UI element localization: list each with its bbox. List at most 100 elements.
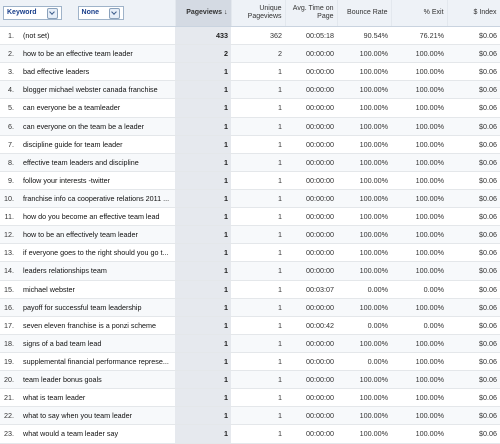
index-cell: $0.06 <box>447 117 500 136</box>
exit-cell: 0.00% <box>391 280 448 299</box>
keyword-link[interactable]: what would a team leader say <box>20 424 176 444</box>
keyword-link[interactable]: payoff for successful team leadership <box>20 298 176 317</box>
exit-cell: 100.00% <box>391 62 448 82</box>
keyword-link[interactable]: (not set) <box>20 26 176 46</box>
keyword-link[interactable]: what to say when you team leader <box>20 406 176 426</box>
avg-time-cell: 00:00:00 <box>285 98 338 118</box>
pageviews-cell: 1 <box>175 135 232 154</box>
exit-cell: 100.00% <box>391 80 448 100</box>
keyword-link[interactable]: if everyone goes to the right should you… <box>20 243 176 263</box>
bounce-rate-cell: 100.00% <box>337 117 392 136</box>
pageviews-cell: 1 <box>175 189 232 209</box>
table-row: 21. what is team leader 1 1 00:00:00 100.00% 1… <box>0 388 500 408</box>
index-cell: $0.06 <box>447 171 500 190</box>
bounce-rate-cell: 0.00% <box>337 280 392 299</box>
unique-pageviews-cell: 1 <box>231 225 286 245</box>
avg-time-cell: 00:00:00 <box>285 388 338 408</box>
table-row: 12. how to be an effectively team leader 1… <box>0 225 500 245</box>
keyword-link[interactable]: franchise info ca cooperative relations … <box>20 189 176 209</box>
keyword-link[interactable]: follow your interests -twitter <box>20 171 176 190</box>
unique-pageviews-cell: 1 <box>231 316 286 335</box>
keyword-link[interactable]: how to be an effectively team leader <box>20 225 176 245</box>
keyword-link[interactable]: discipline guide for team leader <box>20 135 176 154</box>
table-row: 17. seven eleven franchise is a ponzi sch… <box>0 316 500 335</box>
pageviews-cell: 1 <box>175 280 232 299</box>
exit-cell: 76.21% <box>391 26 448 46</box>
index-cell: $0.06 <box>447 98 500 118</box>
avg-time-cell: 00:00:00 <box>285 153 338 172</box>
avg-time-cell: 00:00:00 <box>285 225 338 245</box>
exit-cell: 100.00% <box>391 98 448 118</box>
pageviews-cell: 1 <box>175 388 232 408</box>
bounce-rate-cell: 0.00% <box>337 316 392 335</box>
table-row: 23. what would a team leader say 1 1 00:00:0… <box>0 424 500 444</box>
unique-pageviews-cell: 1 <box>231 243 286 263</box>
sort-down-icon: ↓ <box>224 9 228 16</box>
exit-cell: 100.00% <box>391 153 448 172</box>
bounce-rate-cell: 100.00% <box>337 98 392 118</box>
unique-pageviews-cell: 1 <box>231 406 286 426</box>
exit-cell: 100.00% <box>391 352 448 372</box>
keyword-link[interactable]: effective team leaders and discipline <box>20 153 176 172</box>
row-index: 15. <box>0 280 20 299</box>
avg-time-cell: 00:00:00 <box>285 171 338 190</box>
keyword-link[interactable]: leaders relationships team <box>20 261 176 281</box>
avg-time-cell: 00:00:00 <box>285 117 338 136</box>
unique-pageviews-cell: 1 <box>231 153 286 172</box>
exit-cell: 100.00% <box>391 370 448 390</box>
keyword-link[interactable]: how to be an effective team leader <box>20 44 176 64</box>
bounce-rate-column-header[interactable]: Bounce Rate <box>337 0 392 27</box>
keyword-link[interactable]: can everyone be a teamleader <box>20 98 176 118</box>
exit-cell: 100.00% <box>391 424 448 444</box>
bounce-rate-cell: 100.00% <box>337 406 392 426</box>
unique-pageviews-cell: 1 <box>231 189 286 209</box>
index-column-header[interactable]: $ Index <box>447 0 500 27</box>
row-index: 13. <box>0 243 20 263</box>
table-row: 3. bad effective leaders 1 1 00:00:00 100.00%… <box>0 62 500 82</box>
keyword-link[interactable]: bad effective leaders <box>20 62 176 82</box>
pageviews-cell: 1 <box>175 298 232 317</box>
exit-cell: 100.00% <box>391 117 448 136</box>
keyword-link[interactable]: how do you become an effective team lead <box>20 207 176 227</box>
keyword-dimension-select[interactable]: Keyword <box>3 6 62 20</box>
bounce-rate-cell: 100.00% <box>337 171 392 190</box>
index-cell: $0.06 <box>447 334 500 353</box>
exit-column-header[interactable]: % Exit <box>391 0 448 27</box>
bounce-rate-cell: 100.00% <box>337 80 392 100</box>
row-index: 14. <box>0 261 20 281</box>
row-index: 23. <box>0 424 20 444</box>
index-cell: $0.06 <box>447 370 500 390</box>
index-cell: $0.06 <box>447 316 500 335</box>
secondary-dimension-select[interactable]: None <box>77 6 125 20</box>
row-index: 18. <box>0 334 20 353</box>
pageviews-cell: 1 <box>175 62 232 82</box>
dimension-header: Keyword None <box>0 0 176 27</box>
unique-pageviews-column-header[interactable]: Unique Pageviews <box>231 0 286 27</box>
row-index: 12. <box>0 225 20 245</box>
keyword-link[interactable]: what is team leader <box>20 388 176 408</box>
keyword-link[interactable]: team leader bonus goals <box>20 370 176 390</box>
keyword-link[interactable]: signs of a bad team lead <box>20 334 176 353</box>
keyword-link[interactable]: blogger michael webster canada franchise <box>20 80 176 100</box>
pageviews-column-header[interactable]: Pageviews ↓ <box>175 0 232 27</box>
avg-time-column-header[interactable]: Avg. Time on Page <box>285 0 338 27</box>
keyword-link[interactable]: can everyone on the team be a leader <box>20 117 176 136</box>
keyword-link[interactable]: supplemental financial performance repre… <box>20 352 176 372</box>
avg-time-cell: 00:00:00 <box>285 261 338 281</box>
row-index: 21. <box>0 388 20 408</box>
row-index: 2. <box>0 44 20 64</box>
avg-time-cell: 00:00:00 <box>285 352 338 372</box>
bounce-rate-cell: 100.00% <box>337 135 392 154</box>
keyword-report-table: Keyword None Pageviews ↓ Unique Pageviews… <box>0 0 500 444</box>
unique-pageviews-cell: 1 <box>231 207 286 227</box>
keyword-link[interactable]: seven eleven franchise is a ponzi scheme <box>20 316 176 335</box>
keyword-link[interactable]: michael webster <box>20 280 176 299</box>
avg-time-cell: 00:00:00 <box>285 44 338 64</box>
avg-time-cell: 00:00:00 <box>285 370 338 390</box>
index-cell: $0.06 <box>447 424 500 444</box>
pageviews-cell: 1 <box>175 352 232 372</box>
row-index: 3. <box>0 62 20 82</box>
avg-time-cell: 00:00:00 <box>285 189 338 209</box>
avg-time-cell: 00:03:07 <box>285 280 338 299</box>
table-row: 8. effective team leaders and discipline 1… <box>0 153 500 172</box>
